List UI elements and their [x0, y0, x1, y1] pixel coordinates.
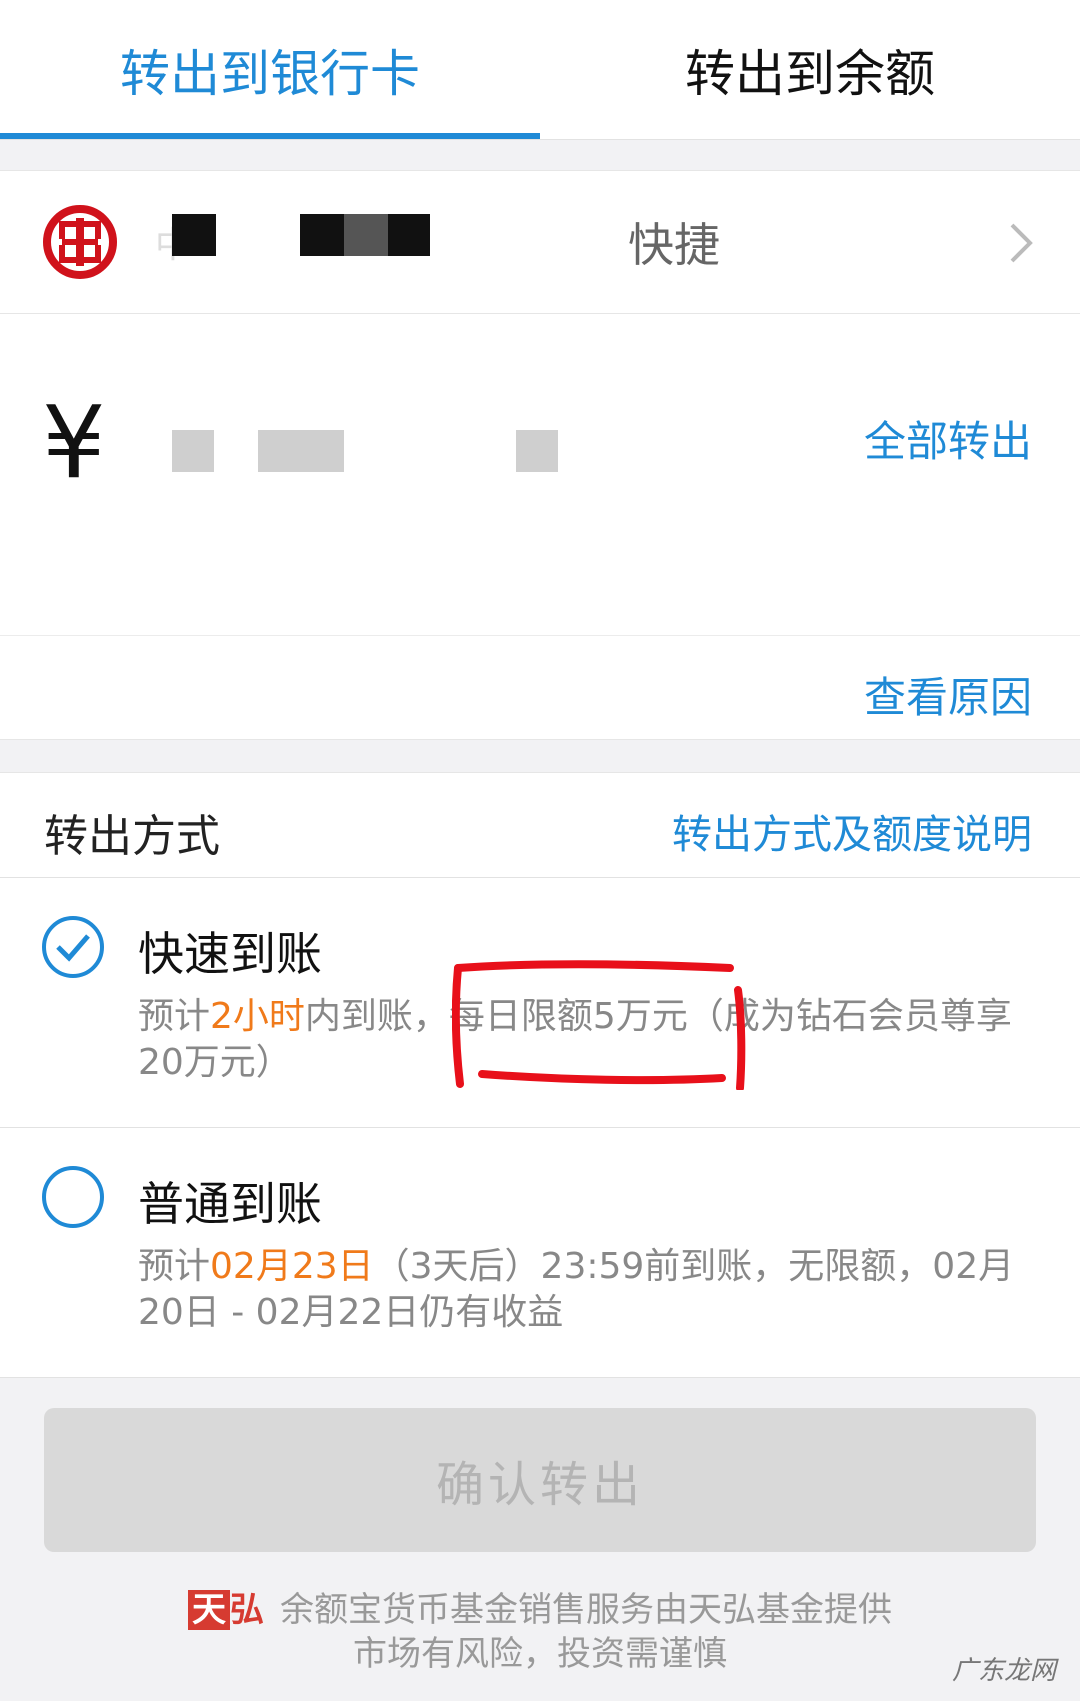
amount-section: ¥ 全部转出	[0, 314, 1080, 636]
reason-row: 查看原因	[0, 636, 1080, 740]
redacted-amount	[172, 430, 214, 472]
section-title: 转出方式	[44, 811, 220, 862]
radio-checked-icon[interactable]	[42, 916, 104, 978]
option-title: 普通到账	[138, 1177, 322, 1231]
transfer-method-header: 转出方式 转出方式及额度说明	[0, 772, 1080, 878]
option-fast-arrival[interactable]: 快速到账 预计2小时内到账，每日限额5万元（成为钻石会员尊享20万元）	[0, 878, 1080, 1128]
redacted-card-number	[344, 214, 388, 256]
tab-bar: 转出到银行卡 转出到余额	[0, 0, 1080, 140]
icbc-logo-icon	[43, 205, 117, 279]
option-normal-arrival[interactable]: 普通到账 预计02月23日（3天后）23:59前到账，无限额，02月20日 - …	[0, 1128, 1080, 1378]
withdraw-all-link[interactable]: 全部转出	[864, 408, 1032, 469]
chevron-right-icon	[1010, 223, 1033, 263]
radio-unchecked-icon[interactable]	[42, 1166, 104, 1228]
redacted-card-number	[300, 214, 344, 256]
option-title: 快速到账	[138, 927, 322, 981]
check-icon	[56, 934, 90, 962]
tab-balance[interactable]: 转出到余额	[540, 0, 1080, 139]
quick-payment-label: 快捷	[628, 218, 720, 272]
redacted-amount	[516, 430, 558, 472]
tianhong-logo: 天弘	[188, 1588, 264, 1632]
footer-line-1: 余额宝货币基金销售服务由天弘基金提供	[280, 1590, 892, 1630]
redacted-card-number	[388, 214, 430, 256]
watermark: 广东龙网	[951, 1656, 1056, 1686]
option-detail: 预计02月23日（3天后）23:59前到账，无限额，02月20日 - 02月22…	[138, 1246, 1015, 1333]
redacted-bank-name	[172, 214, 216, 256]
footer-line-2: 市场有风险，投资需谨慎	[353, 1634, 727, 1674]
currency-symbol: ¥	[42, 384, 106, 501]
option-detail: 预计2小时内到账，每日限额5万元（成为钻石会员尊享20万元）	[138, 996, 1012, 1083]
view-reason-link[interactable]: 查看原因	[864, 664, 1032, 725]
footer-disclaimer: 天弘余额宝货币基金销售服务由天弘基金提供 市场有风险，投资需谨慎	[0, 1588, 1080, 1676]
amount-input[interactable]	[160, 394, 800, 484]
confirm-transfer-button[interactable]: 确认转出	[44, 1408, 1036, 1552]
bank-card-selector[interactable]: 中 快捷	[0, 170, 1080, 314]
redacted-amount	[258, 430, 344, 472]
tab-bank-card[interactable]: 转出到银行卡	[0, 0, 540, 139]
method-limit-explanation-link[interactable]: 转出方式及额度说明	[672, 802, 1032, 860]
